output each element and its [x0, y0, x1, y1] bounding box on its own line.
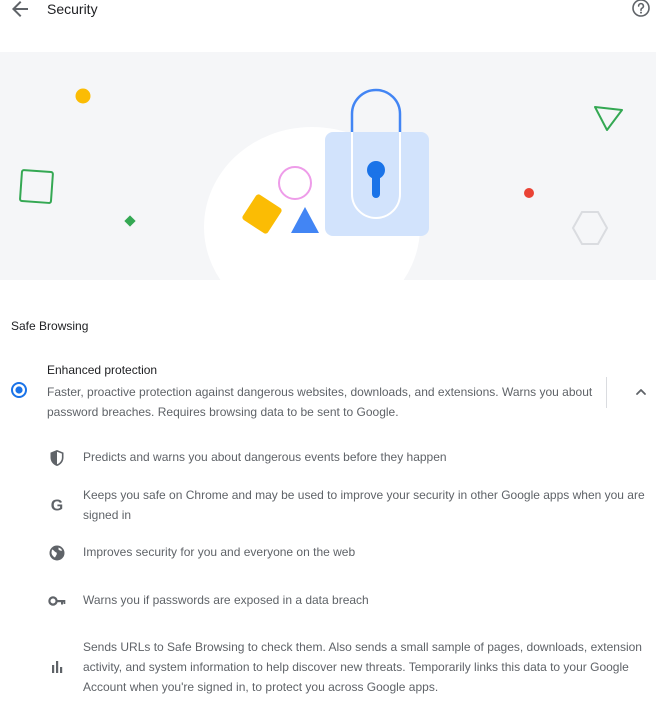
vertical-divider — [606, 377, 607, 408]
feature-item-text: Warns you if passwords are exposed in a … — [83, 593, 369, 607]
help-circle-icon — [632, 0, 650, 17]
shield-icon — [47, 448, 67, 468]
green-diamond-shape — [124, 215, 136, 227]
bar-chart-icon — [47, 657, 67, 677]
chevron-up-icon — [636, 389, 646, 395]
illustration-art — [19, 88, 623, 280]
enhanced-protection-title: Enhanced protection — [47, 363, 158, 377]
feature-item-text: Sends URLs to Safe Browsing to check the… — [83, 640, 642, 694]
green-triangle-shape — [594, 106, 623, 131]
radio-selected-icon — [11, 382, 27, 398]
red-dot-shape — [524, 188, 534, 198]
security-illustration — [0, 52, 656, 280]
back-button[interactable] — [8, 0, 32, 21]
yellow-dot-shape — [75, 88, 91, 104]
expand-toggle-button[interactable] — [629, 380, 653, 404]
enhanced-protection-description: Faster, proactive protection against dan… — [47, 385, 593, 419]
key-icon — [47, 591, 67, 611]
globe-icon — [47, 543, 67, 563]
feature-item-text: Predicts and warns you about dangerous e… — [83, 450, 447, 464]
help-button[interactable] — [631, 0, 651, 18]
gray-hexagon-shape — [571, 211, 609, 245]
section-title-safe-browsing: Safe Browsing — [11, 319, 89, 333]
feature-item-text: Keeps you safe on Chrome and may be used… — [83, 488, 645, 522]
green-square-shape — [19, 169, 54, 204]
arrow-back-icon — [12, 1, 28, 17]
page-title: Security — [47, 1, 98, 17]
page-header: Security — [0, 0, 656, 30]
enhanced-protection-radio[interactable] — [11, 382, 27, 398]
svg-text:G: G — [51, 498, 63, 515]
google-g-icon: G — [47, 495, 67, 515]
feature-item-text: Improves security for you and everyone o… — [83, 545, 356, 559]
